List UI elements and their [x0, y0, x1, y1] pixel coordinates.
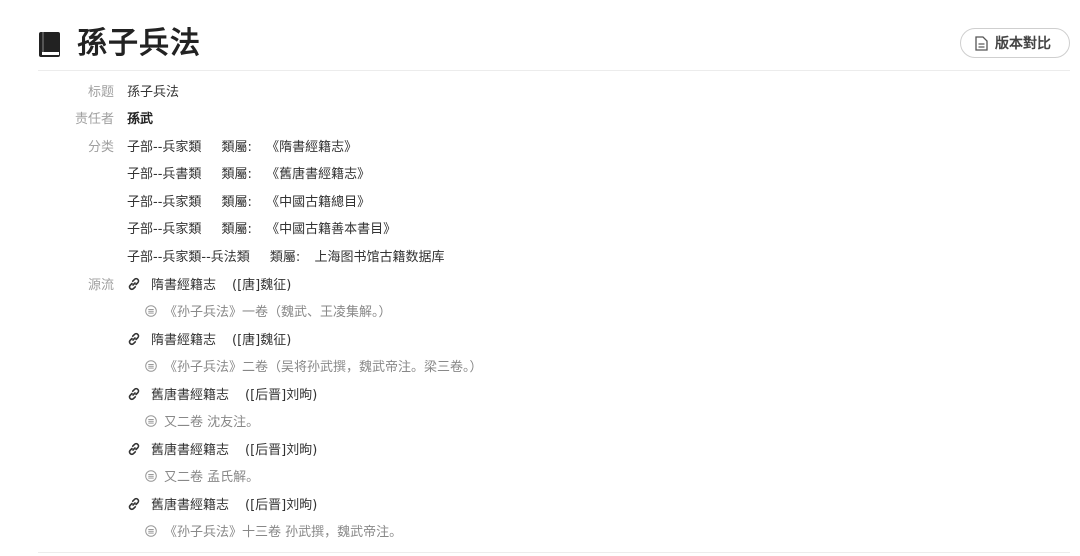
- title-label: 标题: [87, 85, 114, 100]
- title-value: 孫子兵法: [127, 85, 180, 100]
- origin-note-text: 《孙子兵法》二卷（吴将孙武撰，魏武帝注。梁三卷。）: [164, 360, 483, 375]
- origin-book: 隋書經籍志: [151, 278, 217, 293]
- origin-row[interactable]: 舊唐書經籍志 ([后晋]刘昫): [127, 387, 317, 405]
- origin-author: ([后晋]刘昫): [245, 498, 318, 513]
- origin-note-text: 《孙子兵法》一卷（魏武、王凌集解。）: [164, 305, 392, 320]
- category-row: 子部--兵家類--兵法類 類屬: 上海图书馆古籍数据库: [127, 249, 444, 267]
- origin-book: 舊唐書經籍志: [151, 388, 230, 403]
- origin-author: ([后晋]刘昫): [245, 443, 318, 458]
- category-source: 《中國古籍總目》: [266, 195, 371, 210]
- category-path: 子部--兵家類--兵法類: [127, 250, 250, 265]
- origin-author: ([唐]魏征): [232, 333, 292, 348]
- belong-label: 類屬:: [221, 222, 252, 237]
- origin-row[interactable]: 隋書經籍志 ([唐]魏征): [127, 277, 291, 295]
- origin-note: 又二卷 孟氏解。: [145, 469, 259, 487]
- origin-note: 《孙子兵法》二卷（吴将孙武撰，魏武帝注。梁三卷。）: [145, 359, 483, 377]
- version-compare-button[interactable]: 版本對比: [960, 28, 1070, 58]
- origin-label: 源流: [87, 278, 114, 293]
- origin-note-text: 又二卷 沈友注。: [164, 415, 260, 430]
- category-row: 子部--兵家類 類屬: 《中國古籍總目》: [127, 194, 370, 212]
- category-source: 《隋書經籍志》: [266, 140, 358, 155]
- origin-note-text: 《孙子兵法》十三卷 孙武撰，魏武帝注。: [164, 525, 403, 540]
- note-icon: [145, 470, 157, 482]
- page-title: 孫子兵法: [77, 26, 201, 61]
- category-source: 上海图书馆古籍数据库: [314, 250, 445, 265]
- origin-book: 舊唐書經籍志: [151, 443, 230, 458]
- origin-note: 又二卷 沈友注。: [145, 414, 259, 432]
- category-path: 子部--兵家類: [127, 195, 202, 210]
- origin-note: 《孙子兵法》一卷（魏武、王凌集解。）: [145, 304, 392, 322]
- note-icon: [145, 415, 157, 427]
- category-path: 子部--兵家類: [127, 222, 202, 237]
- link-icon: [128, 277, 140, 291]
- origin-book: 舊唐書經籍志: [151, 498, 230, 513]
- category-path: 子部--兵家類: [127, 140, 202, 155]
- page-header: 孫子兵法 版本對比: [38, 22, 1070, 71]
- link-icon: [128, 387, 140, 401]
- category-row: 子部--兵家類 類屬: 《隋書經籍志》: [127, 139, 357, 157]
- author-value[interactable]: 孫武: [127, 111, 153, 129]
- author-label: 责任者: [74, 112, 114, 127]
- origin-book: 隋書經籍志: [151, 333, 217, 348]
- belong-label: 類屬:: [269, 250, 301, 265]
- category-source: 《中國古籍善本書目》: [266, 222, 397, 237]
- origin-row[interactable]: 隋書經籍志 ([唐]魏征): [127, 332, 291, 350]
- version-compare-label: 版本對比: [995, 36, 1051, 52]
- category-path: 子部--兵書類: [127, 167, 202, 182]
- category-row: 子部--兵家類 類屬: 《中國古籍善本書目》: [127, 221, 396, 239]
- category-row: 子部--兵書類 類屬: 《舊唐書經籍志》: [127, 166, 370, 184]
- link-icon: [128, 332, 140, 346]
- origin-row[interactable]: 舊唐書經籍志 ([后晋]刘昫): [127, 442, 317, 460]
- note-icon: [145, 360, 157, 372]
- belong-label: 類屬:: [221, 195, 252, 210]
- book-icon: [39, 32, 60, 57]
- origin-note-text: 又二卷 孟氏解。: [164, 470, 260, 485]
- link-icon: [128, 442, 140, 456]
- belong-label: 類屬:: [221, 167, 252, 182]
- document-icon: [975, 36, 988, 51]
- note-icon: [145, 305, 157, 317]
- origin-note: 《孙子兵法》十三卷 孙武撰，魏武帝注。: [145, 524, 402, 542]
- origin-row[interactable]: 舊唐書經籍志 ([后晋]刘昫): [127, 497, 317, 515]
- note-icon: [145, 525, 157, 537]
- origin-author: ([唐]魏征): [232, 278, 292, 293]
- divider: [38, 552, 1070, 553]
- category-label: 分类: [87, 140, 114, 155]
- link-icon: [128, 497, 140, 511]
- category-source: 《舊唐書經籍志》: [266, 167, 371, 182]
- belong-label: 類屬:: [221, 140, 252, 155]
- origin-author: ([后晋]刘昫): [245, 388, 318, 403]
